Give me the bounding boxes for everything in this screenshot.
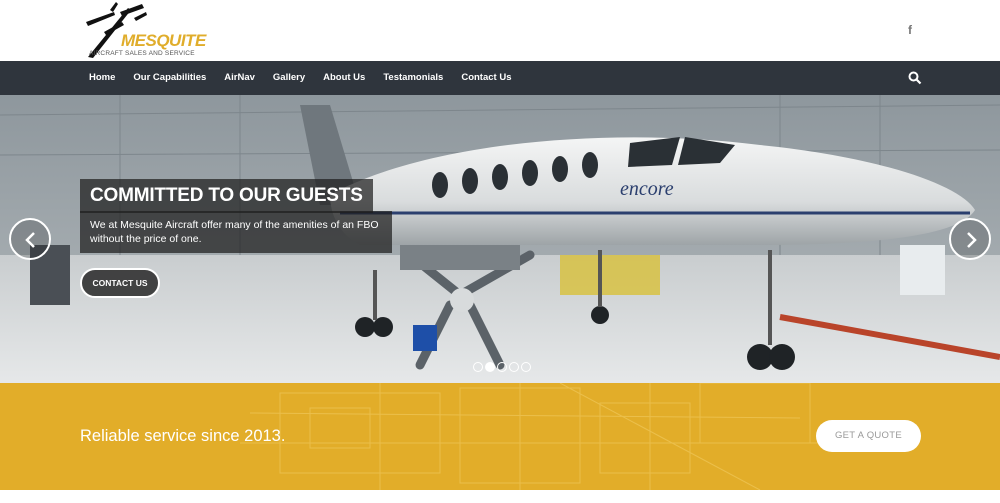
footer-strip [0, 490, 1000, 503]
slider-dot[interactable] [521, 362, 531, 372]
nav-item-capabilities[interactable]: Our Capabilities [124, 61, 215, 95]
nav-item-testimonials[interactable]: Testamonials [374, 61, 452, 95]
logo-wordmark: MESQUITE [121, 31, 206, 50]
slide-title: COMMITTED TO OUR GUESTS [80, 179, 373, 213]
main-nav: Home Our Capabilities AirNav Gallery Abo… [0, 61, 1000, 95]
cta-text: Reliable service since 2013. [80, 427, 286, 445]
search-icon[interactable] [908, 71, 922, 85]
facebook-icon[interactable]: f [902, 22, 918, 38]
slider-dot[interactable] [485, 362, 495, 372]
slider-dot[interactable] [509, 362, 519, 372]
site-logo[interactable]: MESQUITE AIRCRAFT SALES AND SERVICE [84, 2, 216, 59]
logo-tagline: AIRCRAFT SALES AND SERVICE [89, 50, 195, 57]
nav-item-about[interactable]: About Us [314, 61, 374, 95]
get-a-quote-button[interactable]: GET A QUOTE [816, 420, 921, 452]
nav-item-airnav[interactable]: AirNav [215, 61, 264, 95]
hero-slider: encore COMMITTED TO OUR GUESTS We at Mes… [0, 95, 1000, 383]
nav-item-gallery[interactable]: Gallery [264, 61, 314, 95]
cta-band: Reliable service since 2013. GET A QUOTE [0, 383, 1000, 490]
slide-description: We at Mesquite Aircraft offer many of th… [80, 211, 392, 253]
slider-next-button[interactable] [949, 218, 991, 260]
aircraft-livery-text: encore [620, 178, 674, 200]
slider-dot[interactable] [473, 362, 483, 372]
contact-us-button[interactable]: CONTACT US [80, 268, 160, 298]
chevron-right-icon [967, 232, 977, 248]
slider-dot[interactable] [497, 362, 507, 372]
chevron-left-icon [25, 232, 35, 248]
slider-pagination [473, 362, 531, 372]
nav-item-contact[interactable]: Contact Us [452, 61, 520, 95]
slider-prev-button[interactable] [9, 218, 51, 260]
site-header: MESQUITE AIRCRAFT SALES AND SERVICE f [0, 0, 1000, 61]
nav-item-home[interactable]: Home [80, 61, 124, 95]
nav-menu: Home Our Capabilities AirNav Gallery Abo… [80, 61, 521, 95]
